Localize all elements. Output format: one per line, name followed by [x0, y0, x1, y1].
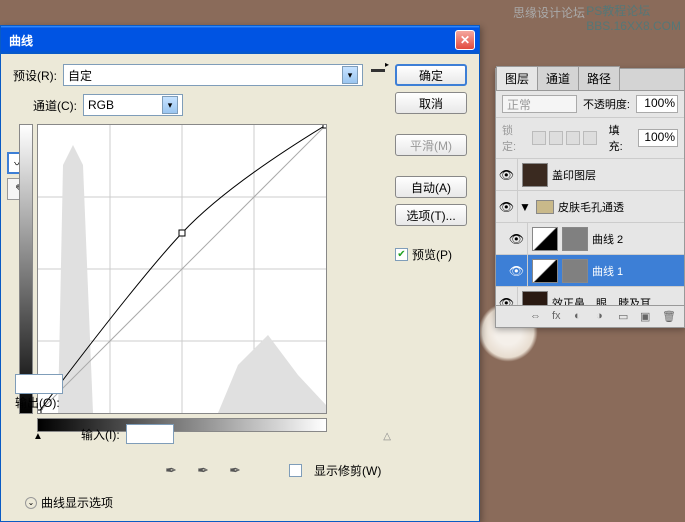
curve-graph[interactable] [37, 124, 327, 414]
channel-value: RGB [88, 98, 114, 112]
tab-layers[interactable]: 图层 [496, 66, 538, 90]
preset-select[interactable]: 自定 ▾ [63, 64, 363, 86]
lock-position-icon[interactable] [566, 131, 580, 145]
white-point-slider[interactable]: △ [383, 431, 391, 442]
channel-select[interactable]: RGB ▾ [83, 94, 183, 116]
close-button[interactable]: ✕ [455, 30, 475, 50]
input-input[interactable] [126, 424, 174, 444]
new-layer-icon[interactable]: ▣ [640, 310, 656, 324]
smooth-button[interactable]: 平滑(M) [395, 134, 467, 156]
blend-mode-select[interactable]: 正常 [502, 95, 577, 113]
options-button[interactable]: 选项(T)... [395, 204, 467, 226]
chevron-down-icon: ▾ [342, 66, 358, 84]
show-clipping-checkbox[interactable] [289, 464, 302, 477]
watermark-text: 思缘设计论坛 [513, 6, 585, 22]
layer-item[interactable]: 👁 盖印图层 [496, 159, 684, 191]
fill-label: 填充: [609, 122, 633, 154]
close-icon: ✕ [460, 33, 470, 47]
output-input[interactable] [15, 374, 63, 394]
layer-item[interactable]: 👁 曲线 2 [496, 223, 684, 255]
cancel-button[interactable]: 取消 [395, 92, 467, 114]
layer-mask-thumb [562, 259, 588, 283]
visibility-icon[interactable]: 👁 [496, 159, 518, 190]
link-icon[interactable]: ⇔ [530, 310, 546, 324]
preview-checkbox[interactable]: ✔ [395, 248, 408, 261]
tab-paths[interactable]: 路径 [578, 66, 620, 90]
watermark2-l2: BBS.16XX8.COM [586, 19, 681, 33]
curves-thumb [532, 227, 558, 251]
titlebar[interactable]: 曲线 ✕ [1, 26, 479, 54]
black-point-slider[interactable]: ▲ [33, 431, 43, 442]
layer-name: 皮肤毛孔通透 [558, 199, 684, 215]
opacity-label: 不透明度: [583, 96, 630, 112]
preset-menu-icon[interactable] [369, 66, 387, 84]
fx-icon[interactable]: fx [552, 310, 568, 324]
preset-label: 预设(R): [13, 67, 57, 84]
layer-group[interactable]: 👁 ▼ 皮肤毛孔通透 [496, 191, 684, 223]
folder-icon[interactable]: ▭ [618, 310, 634, 324]
channel-label: 通道(C): [33, 97, 77, 114]
output-label: 输出(O): [15, 394, 60, 411]
preview-label: 预览(P) [412, 246, 452, 263]
curves-dialog: 曲线 ✕ 预设(R): 自定 ▾ 通道(C): RGB ▾ [0, 25, 480, 522]
opacity-input[interactable]: 100% [636, 95, 678, 113]
expand-chevron-icon[interactable]: ⌄ [25, 497, 37, 509]
display-options-label: 曲线显示选项 [41, 494, 113, 511]
lock-transparency-icon[interactable] [532, 131, 546, 145]
ok-button[interactable]: 确定 [395, 64, 467, 86]
watermark2-l1: PS教程论坛 [586, 2, 681, 19]
layers-panel: 图层 通道 路径 正常 不透明度: 100% 锁定: 填充: 100% 👁 盖印… [495, 68, 685, 328]
curves-thumb [532, 259, 558, 283]
lock-all-icon[interactable] [583, 131, 597, 145]
trash-icon[interactable]: 🗑 [662, 310, 678, 324]
fill-input[interactable]: 100% [638, 129, 678, 147]
visibility-icon[interactable]: 👁 [496, 191, 518, 222]
chevron-down-icon: ▾ [162, 96, 178, 114]
layer-name: 曲线 2 [592, 231, 684, 247]
layer-name: 曲线 1 [592, 263, 684, 279]
layer-mask-thumb [562, 227, 588, 251]
gray-eyedropper-icon[interactable]: ✒ [193, 460, 213, 480]
layer-name: 盖印图层 [552, 167, 684, 183]
show-clipping-label: 显示修剪(W) [314, 462, 381, 479]
folder-icon [536, 200, 554, 214]
tab-channels[interactable]: 通道 [537, 66, 579, 90]
auto-button[interactable]: 自动(A) [395, 176, 467, 198]
lock-pixels-icon[interactable] [549, 131, 563, 145]
layer-item[interactable]: 👁 曲线 1 [496, 255, 684, 287]
group-expand-icon[interactable]: ▼ [518, 200, 532, 214]
white-eyedropper-icon[interactable]: ✒ [225, 460, 245, 480]
input-label: 输入(I): [81, 426, 120, 443]
visibility-icon[interactable]: 👁 [506, 255, 528, 286]
layer-thumb [522, 163, 548, 187]
adjustment-icon[interactable]: ◑ [596, 310, 612, 324]
output-gradient [19, 124, 33, 414]
black-eyedropper-icon[interactable]: ✒ [161, 460, 181, 480]
lock-label: 锁定: [502, 122, 526, 154]
dialog-title: 曲线 [9, 32, 455, 49]
visibility-icon[interactable]: 👁 [506, 223, 528, 254]
preset-value: 自定 [68, 67, 92, 84]
mask-icon[interactable]: ◐ [574, 310, 590, 324]
